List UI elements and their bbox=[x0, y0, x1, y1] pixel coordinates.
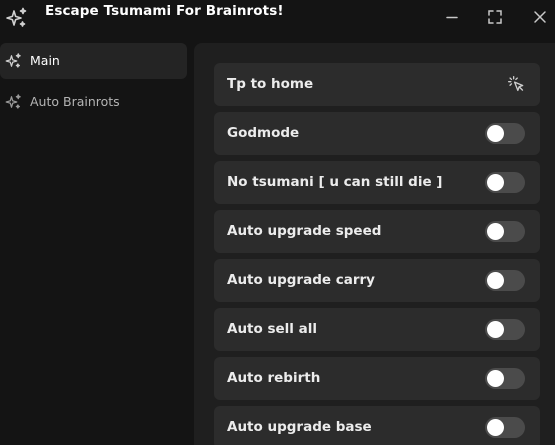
close-button[interactable] bbox=[531, 8, 549, 26]
row-label: Tp to home bbox=[227, 76, 314, 92]
auto-upgrade-base-toggle[interactable] bbox=[485, 417, 525, 438]
maximize-icon bbox=[488, 10, 502, 24]
sidebar-item-main[interactable]: Main bbox=[0, 43, 187, 79]
auto-upgrade-carry-toggle[interactable] bbox=[485, 270, 525, 291]
auto-sell-all-toggle[interactable] bbox=[485, 319, 525, 340]
auto-upgrade-carry-row: Auto upgrade carry bbox=[214, 259, 540, 302]
auto-rebirth-toggle[interactable] bbox=[485, 368, 525, 389]
toggle-knob bbox=[487, 272, 504, 289]
sidebar-item-label: Auto Brainrots bbox=[30, 94, 120, 109]
sidebar-item-auto-brainrots[interactable]: Auto Brainrots bbox=[0, 84, 187, 120]
row-label: Auto upgrade base bbox=[227, 419, 372, 435]
sparkles-icon bbox=[4, 6, 28, 30]
window-title: Escape Tsumami For Brainrots! bbox=[45, 3, 284, 19]
no-tsumani-row: No tsumani [ u can still die ] bbox=[214, 161, 540, 204]
row-label: Godmode bbox=[227, 125, 300, 141]
maximize-button[interactable] bbox=[486, 8, 504, 26]
toggle-knob bbox=[487, 419, 504, 436]
toggle-knob bbox=[487, 174, 504, 191]
auto-upgrade-base-row: Auto upgrade base bbox=[214, 406, 540, 445]
no-tsumani-toggle[interactable] bbox=[485, 172, 525, 193]
row-label: Auto upgrade speed bbox=[227, 223, 382, 239]
row-label: No tsumani [ u can still die ] bbox=[227, 174, 443, 190]
close-icon bbox=[534, 11, 546, 23]
toggle-knob bbox=[487, 370, 504, 387]
auto-upgrade-speed-toggle[interactable] bbox=[485, 221, 525, 242]
auto-sell-all-row: Auto sell all bbox=[214, 308, 540, 351]
row-label: Auto sell all bbox=[227, 321, 317, 337]
sidebar-item-label: Main bbox=[30, 53, 60, 68]
app-window: Escape Tsumami For Brainrots! Main Auto … bbox=[0, 0, 555, 445]
sidebar: Main Auto Brainrots bbox=[0, 36, 192, 445]
title-bar[interactable]: Escape Tsumami For Brainrots! bbox=[0, 0, 555, 36]
main-panel: Tp to home Godmode No tsumani [ u can st… bbox=[194, 43, 555, 445]
row-label: Auto upgrade carry bbox=[227, 272, 375, 288]
row-label: Auto rebirth bbox=[227, 370, 321, 386]
cursor-click-icon bbox=[507, 75, 526, 94]
minimize-icon bbox=[446, 16, 458, 19]
godmode-toggle[interactable] bbox=[485, 123, 525, 144]
sparkles-icon bbox=[4, 52, 22, 70]
tp-to-home-button[interactable]: Tp to home bbox=[214, 63, 540, 106]
toggle-knob bbox=[487, 223, 504, 240]
sparkles-icon bbox=[4, 93, 22, 111]
godmode-row: Godmode bbox=[214, 112, 540, 155]
toggle-knob bbox=[487, 321, 504, 338]
minimize-button[interactable] bbox=[443, 8, 461, 26]
auto-upgrade-speed-row: Auto upgrade speed bbox=[214, 210, 540, 253]
auto-rebirth-row: Auto rebirth bbox=[214, 357, 540, 400]
toggle-knob bbox=[487, 125, 504, 142]
